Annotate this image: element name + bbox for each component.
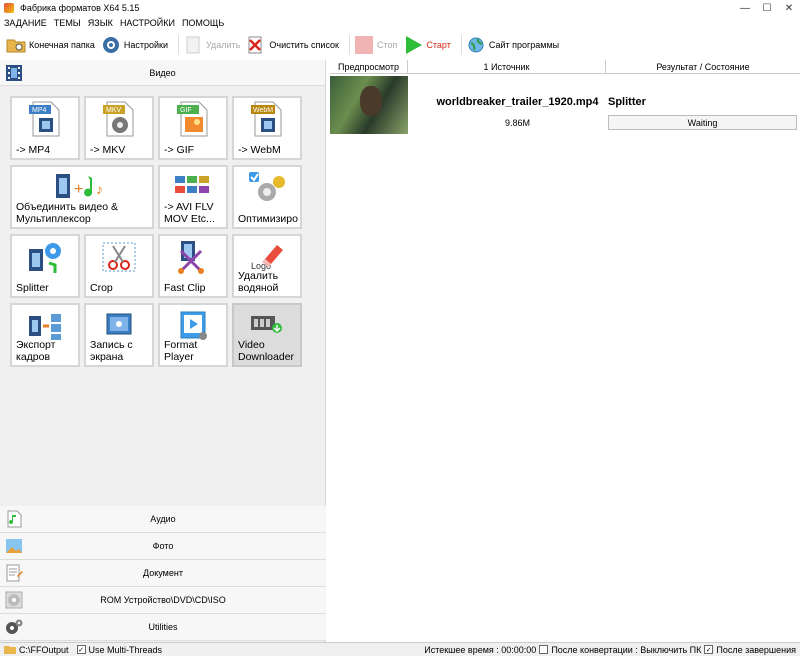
category-audio[interactable]: Аудио [0, 506, 326, 533]
tile-to-mkv[interactable]: MKV -> MKV [84, 96, 154, 160]
category-rom[interactable]: ROM Устройство\DVD\CD\ISO [0, 587, 326, 614]
header-result[interactable]: Результат / Состояние [606, 60, 800, 73]
website-button[interactable]: Сайт программы [466, 34, 559, 56]
status-badge: Waiting [608, 115, 797, 130]
fast-clip-icon [173, 239, 213, 275]
result-task: Splitter [608, 96, 646, 108]
svg-text:+: + [74, 181, 83, 198]
start-button[interactable]: Старт [403, 34, 451, 56]
multithreads-label: Use Multi-Threads [88, 644, 163, 655]
header-source[interactable]: 1 Источник [408, 60, 606, 73]
music-note-icon [5, 510, 23, 528]
close-icon[interactable]: ✕ [778, 0, 800, 16]
toolbar-separator [178, 35, 179, 55]
utilities-gear-icon [5, 618, 23, 636]
elapsed-time: Истекшее время : 00:00:00 [424, 644, 537, 655]
task-list-panel: Предпросмотр 1 Источник Результат / Сост… [330, 60, 800, 642]
category-photo[interactable]: Фото [0, 533, 326, 560]
after-finish-checkbox[interactable]: ✓ [704, 645, 714, 654]
document-delete-icon [183, 35, 203, 55]
stop-button[interactable]: Стоп [354, 34, 397, 56]
tile-to-webm[interactable]: WebM -> WebM [232, 96, 302, 160]
svg-text:WebM: WebM [253, 107, 273, 114]
after-convert-checkbox[interactable] [539, 645, 549, 654]
tile-crop[interactable]: Crop [84, 234, 154, 298]
tile-to-gif[interactable]: GIF -> GIF [158, 96, 228, 160]
toolbar-separator [349, 35, 350, 55]
disc-icon [5, 591, 23, 609]
mkv-file-icon: MKV [99, 101, 139, 137]
title-bar: Фабрика форматов X64 5.15 — ☐ ✕ [0, 0, 800, 16]
mp4-file-icon: MP4 [25, 101, 65, 137]
delete-button[interactable]: Удалить [183, 34, 240, 56]
svg-text:♪: ♪ [96, 181, 103, 197]
source-filename: worldbreaker_trailer_1920.mp4 [436, 96, 599, 108]
optimize-gears-icon [247, 170, 287, 206]
svg-text:MKV: MKV [106, 107, 122, 114]
multithreads-checkbox[interactable]: ✓ [76, 645, 86, 654]
menu-task[interactable]: ЗАДАНИЕ [4, 18, 47, 28]
after-finish-label: После завершения [716, 644, 796, 655]
tile-screen-record[interactable]: Запись с экрана [84, 303, 154, 367]
clear-list-icon [246, 35, 266, 55]
task-table-header: Предпросмотр 1 Источник Результат / Сост… [330, 60, 800, 74]
document-icon [5, 564, 23, 582]
category-list: Аудио Фото Документ ROM Устройство\DVD\C… [0, 506, 326, 641]
tile-export-frames[interactable]: Экспорт кадров [10, 303, 80, 367]
toolbar: Конечная папка Настройки Удалить Очистит… [0, 32, 800, 58]
window-controls: — ☐ ✕ [734, 0, 800, 16]
film-icon [5, 64, 23, 82]
gear-icon [101, 35, 121, 55]
category-video[interactable]: Видео [0, 60, 325, 86]
category-utilities[interactable]: Utilities [0, 614, 326, 641]
gif-file-icon: GIF [173, 101, 213, 137]
output-path[interactable]: C:\FFOutput [19, 645, 69, 655]
tile-splitter[interactable]: Splitter [10, 234, 80, 298]
stop-icon [354, 35, 374, 55]
menu-themes[interactable]: ТЕМЫ [54, 18, 81, 28]
settings-button[interactable]: Настройки [101, 34, 168, 56]
tile-format-player[interactable]: Format Player [158, 303, 228, 367]
maximize-icon[interactable]: ☐ [756, 0, 778, 16]
menu-help[interactable]: ПОМОЩЬ [182, 18, 224, 28]
splitter-icon [25, 239, 65, 275]
globe-icon [466, 35, 486, 55]
tile-to-avi-flv-mov[interactable]: -> AVI FLV MOV Etc... [158, 165, 228, 229]
tile-to-mp4[interactable]: MP4 -> MP4 [10, 96, 80, 160]
category-panel: Видео MP4 -> MP4 MKV -> MKV GIF -> GIF W… [0, 60, 326, 642]
tile-optimize[interactable]: Оптимизиро [232, 165, 302, 229]
window-title: Фабрика форматов X64 5.15 [20, 3, 140, 13]
menu-bar: ЗАДАНИЕ ТЕМЫ ЯЗЫК НАСТРОЙКИ ПОМОЩЬ [0, 16, 800, 30]
clear-list-button[interactable]: Очистить список [246, 34, 339, 56]
svg-text:GIF: GIF [180, 107, 192, 114]
toolbar-separator [460, 35, 462, 55]
after-convert-label: После конвертации : Выключить ПК [551, 644, 702, 655]
menu-language[interactable]: ЯЗЫК [88, 18, 113, 28]
photo-icon [5, 537, 23, 555]
output-folder-icon [4, 644, 16, 656]
category-document[interactable]: Документ [0, 560, 326, 587]
app-icon [4, 3, 14, 13]
crop-scissors-icon [99, 239, 139, 275]
header-preview[interactable]: Предпросмотр [330, 60, 408, 73]
status-bar: C:\FFOutput ✓ Use Multi-Threads Истекшее… [0, 642, 800, 656]
folder-icon [6, 35, 26, 55]
video-tools-grid: MP4 -> MP4 MKV -> MKV GIF -> GIF WebM ->… [10, 96, 302, 367]
tile-remove-watermark[interactable]: Logo Удалить водяной [232, 234, 302, 298]
source-filesize: 9.86M [504, 118, 530, 128]
table-row[interactable]: worldbreaker_trailer_1920.mp4 9.86M Spli… [330, 74, 800, 136]
webm-file-icon: WebM [247, 101, 287, 137]
svg-text:MP4: MP4 [32, 107, 47, 114]
tile-merge-video[interactable]: + ♪ Объединить видео & Мультиплексор [10, 165, 154, 229]
tile-video-downloader[interactable]: Video Downloader [232, 303, 302, 367]
video-thumbnail [330, 76, 408, 134]
minimize-icon[interactable]: — [734, 0, 756, 16]
menu-settings[interactable]: НАСТРОЙКИ [120, 18, 175, 28]
output-folder-button[interactable]: Конечная папка [6, 34, 95, 56]
tile-fast-clip[interactable]: Fast Clip [158, 234, 228, 298]
play-icon [403, 35, 423, 55]
